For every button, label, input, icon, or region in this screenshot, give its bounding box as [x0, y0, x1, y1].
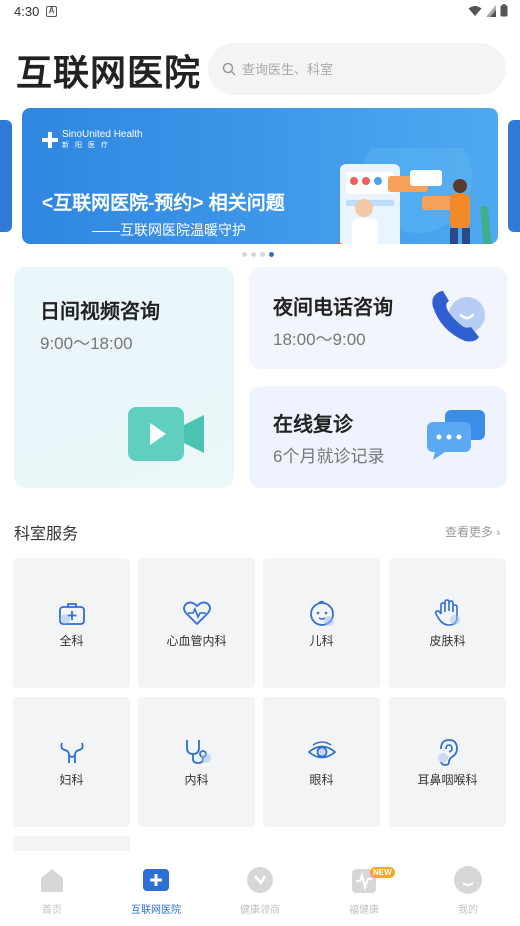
- department-dermatology[interactable]: 皮肤科: [389, 558, 506, 688]
- search-icon: [222, 62, 236, 76]
- tab-health[interactable]: 健康领商: [220, 865, 300, 916]
- phone-icon: [432, 291, 485, 342]
- logo-cross-icon: [42, 132, 58, 148]
- hand-icon: [434, 599, 460, 626]
- video-consult-title: 日间视频咨询: [40, 301, 160, 323]
- department-pediatrics[interactable]: 儿科: [263, 558, 380, 688]
- department-label: 耳鼻咽喉科: [417, 773, 478, 787]
- department-section-title: 科室服务: [14, 526, 79, 543]
- eye-icon: [307, 741, 337, 759]
- carousel-dot-active: [269, 252, 274, 257]
- banner[interactable]: SinoUnited Health 新阳医疗 <互联网医院-预约> 相关问题 —…: [22, 108, 498, 244]
- notification-icon: A: [46, 6, 57, 17]
- department-general[interactable]: 全科: [13, 558, 130, 688]
- video-camera-icon: [128, 407, 204, 461]
- chat-bubbles-icon: [427, 410, 485, 460]
- ear-icon: [438, 739, 458, 766]
- revisit-subtitle: 6个月就诊记录: [273, 447, 385, 466]
- home-icon: [41, 869, 63, 892]
- night-consult-title: 夜间电话咨询: [273, 297, 393, 319]
- carousel-dot: [251, 252, 256, 257]
- heart-pulse-icon: [183, 601, 211, 626]
- medical-cross-icon: [143, 869, 169, 891]
- search-input[interactable]: [242, 61, 482, 77]
- night-consult-hours: 18:00～9:00: [273, 330, 366, 349]
- doctor-illustration: [336, 148, 492, 244]
- banner-next-slide[interactable]: [508, 120, 520, 232]
- banner-subtitle: ——互联网医院温暖守护: [92, 222, 246, 238]
- department-label: 妇科: [59, 773, 84, 787]
- department-label: 儿科: [309, 634, 334, 648]
- bottom-tab-bar: 首页 互联网医院 健康领商 NEW 福健康 我的: [0, 851, 520, 926]
- medical-kit-icon: [59, 603, 85, 625]
- banner-prev-slide[interactable]: [0, 120, 12, 232]
- department-label: 全科: [59, 634, 84, 648]
- tab-home[interactable]: 首页: [12, 865, 92, 916]
- video-consult-card[interactable]: 日间视频咨询 9:00～18:00: [14, 267, 234, 488]
- department-gynecology[interactable]: 妇科: [13, 697, 130, 827]
- page-title: 互联网医院: [16, 52, 202, 93]
- tab-welfare[interactable]: NEW 福健康: [324, 865, 404, 916]
- department-label: 眼科: [309, 773, 334, 787]
- banner-logo-text: SinoUnited Health: [62, 129, 143, 140]
- banner-logo: SinoUnited Health 新阳医疗: [42, 130, 143, 150]
- department-cardiology[interactable]: 心血管内科: [138, 558, 255, 688]
- department-label: 心血管内科: [166, 634, 227, 648]
- search-bar[interactable]: [208, 43, 506, 95]
- tab-internet-hospital[interactable]: 互联网医院: [116, 865, 196, 916]
- department-ophthalmology[interactable]: 眼科: [263, 697, 380, 827]
- department-internal-medicine[interactable]: 内科: [138, 697, 255, 827]
- status-bar: 4:30 A: [0, 0, 520, 24]
- tab-label: 首页: [42, 905, 62, 916]
- online-revisit-card[interactable]: 在线复诊 6个月就诊记录: [249, 386, 507, 488]
- tab-label: 健康领商: [240, 905, 280, 916]
- revisit-title: 在线复诊: [273, 414, 353, 436]
- see-more-link[interactable]: 查看更多 ›: [445, 523, 500, 540]
- signal-icon: [486, 4, 496, 17]
- tab-label: 福健康: [349, 905, 379, 916]
- carousel-indicator: [242, 252, 274, 257]
- health-icon: [247, 867, 273, 893]
- tab-label: 我的: [458, 905, 478, 916]
- status-time: 4:30: [14, 4, 40, 19]
- carousel-dot: [260, 252, 265, 257]
- profile-icon: [454, 866, 482, 894]
- status-icons: [468, 4, 508, 17]
- tab-label: 互联网医院: [131, 905, 181, 916]
- department-label: 皮肤科: [429, 634, 466, 648]
- banner-title: <互联网医院-预约> 相关问题: [42, 193, 285, 214]
- new-badge: NEW: [370, 867, 395, 878]
- carousel-dot: [242, 252, 247, 257]
- night-phone-consult-card[interactable]: 夜间电话咨询 18:00～9:00: [249, 267, 507, 369]
- baby-face-icon: [310, 600, 334, 626]
- video-consult-hours: 9:00～18:00: [40, 334, 133, 353]
- tab-profile[interactable]: 我的: [428, 865, 508, 916]
- banner-logo-sub: 新阳医疗: [62, 142, 114, 149]
- battery-icon: [500, 4, 508, 17]
- wifi-icon: [468, 5, 482, 16]
- department-ent[interactable]: 耳鼻咽喉科: [389, 697, 506, 827]
- department-label: 内科: [184, 773, 209, 787]
- stethoscope-icon: [186, 740, 211, 764]
- uterus-icon: [60, 742, 84, 763]
